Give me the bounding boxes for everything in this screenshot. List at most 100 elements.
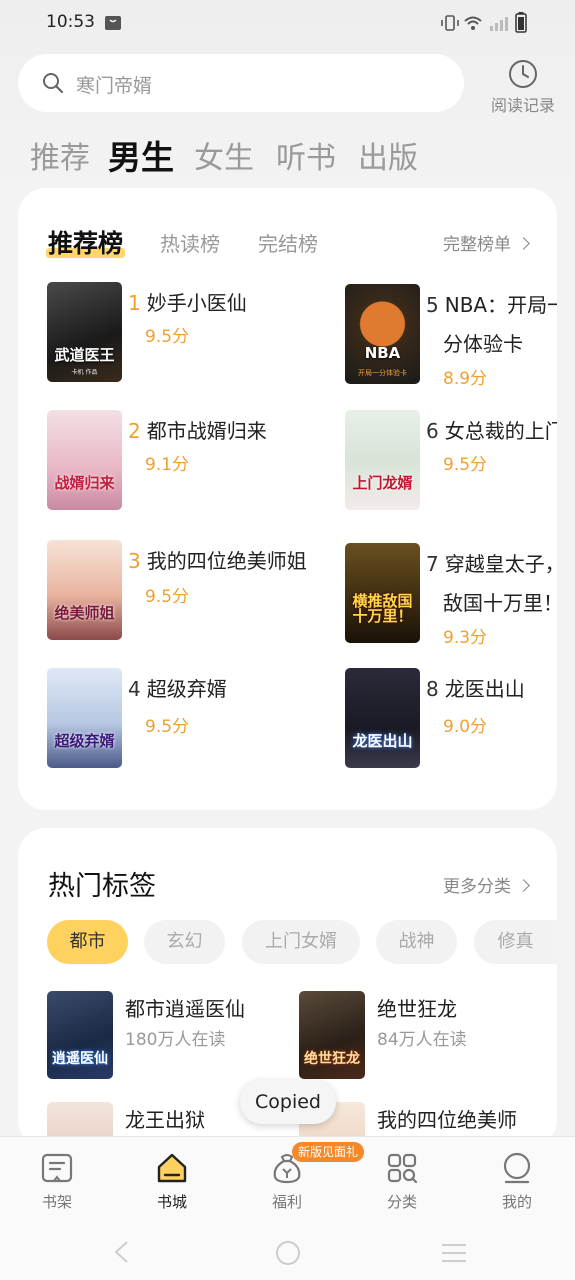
nav-bookshelf[interactable]: 书架 <box>17 1151 97 1212</box>
cover-title: 战婿归来 <box>54 474 115 493</box>
book-title: 妙手小医仙 <box>146 291 247 315</box>
recent-apps-icon[interactable] <box>440 1243 468 1263</box>
full-ranking-link[interactable]: 完整榜单 <box>443 230 530 255</box>
book-cover: NBA 开局一分体验卡 <box>345 284 420 384</box>
hot-book-1[interactable]: 逍遥医仙 都市逍遥医仙 180万人在读 <box>47 991 287 1079</box>
hot-book-2[interactable]: 绝世狂龙 绝世狂龙 84万人在读 <box>299 991 539 1079</box>
cover-title: 绝世狂龙 <box>304 1051 360 1068</box>
home-circle-icon[interactable] <box>275 1240 301 1266</box>
rank-number: 8 <box>426 677 439 701</box>
cover-title: NBA <box>364 344 401 363</box>
book-title: 都市逍遥医仙 <box>125 997 245 1021</box>
nav-profile[interactable]: 我的 <box>477 1151 557 1212</box>
tab-audiobook[interactable]: 听书 <box>276 133 336 177</box>
clock-icon <box>509 60 537 88</box>
book-readers: 84万人在读 <box>377 1030 467 1050</box>
rank-number: 1 <box>128 291 141 315</box>
ranking-book-4[interactable]: 超级弃婿 4 超级弃婿 9.5分 <box>47 668 307 770</box>
book-title-row: 8 龙医出山 <box>426 673 525 702</box>
book-title-row: 6 女总裁的上门 <box>426 415 557 444</box>
book-cover: 绝世狂龙 <box>299 991 365 1079</box>
copied-toast: Copied <box>240 1080 336 1124</box>
rank-number: 6 <box>426 419 439 443</box>
book-title: 穿越皇太子， <box>444 552 557 576</box>
tab-hot-ranking[interactable]: 热读榜 <box>160 228 220 257</box>
book-title: 都市战婿归来 <box>146 419 267 443</box>
nav-label: 福利 <box>271 1193 302 1211</box>
book-title: 绝世狂龙 <box>377 997 457 1021</box>
search-placeholder: 寒门帝婿 <box>76 75 153 97</box>
book-title-row: 3 我的四位绝美师姐 <box>128 545 307 574</box>
chevron-right-icon <box>517 237 530 250</box>
book-title: NBA：开局一 <box>444 293 557 317</box>
book-title: 我的四位绝美师姐 <box>146 549 307 573</box>
ranking-card: 推荐榜 热读榜 完结榜 完整榜单 武道医王 卡机 作品 1 妙手小医仙 9.5分 战… <box>18 188 557 810</box>
nav-label: 分类 <box>386 1193 417 1211</box>
profile-icon <box>503 1152 531 1184</box>
book-title-line2: 分体验卡 <box>443 332 523 356</box>
tab-completed-ranking[interactable]: 完结榜 <box>258 228 318 257</box>
book-score: 9.5分 <box>145 587 190 607</box>
reading-history-label: 阅读记录 <box>490 96 555 115</box>
book-cover: 龙医出山 <box>345 668 420 768</box>
tag-chip-xuanhuan[interactable]: 玄幻 <box>144 920 225 964</box>
rank-number: 2 <box>128 419 141 443</box>
rank-number: 3 <box>128 549 141 573</box>
cover-title: 龙医出山 <box>352 732 413 751</box>
vibrate-icon <box>441 15 459 31</box>
tag-chip-xiuzhen[interactable]: 修真 <box>474 920 557 964</box>
cellular-signal-icon <box>490 17 508 31</box>
status-time: 10:53 <box>46 12 95 32</box>
new-user-gift-badge: 新版见面礼 <box>292 1142 365 1162</box>
book-score: 9.5分 <box>145 327 190 347</box>
book-title: 龙王出狱 <box>125 1108 205 1132</box>
book-title-row: 4 超级弃婿 <box>128 673 227 702</box>
book-cover: 超级弃婿 <box>47 668 122 768</box>
tag-chip-zhanshen[interactable]: 战神 <box>376 920 457 964</box>
tag-chip-shangmen[interactable]: 上门女婿 <box>242 920 360 964</box>
ranking-book-6[interactable]: 上门龙婿 6 女总裁的上门 9.5分 <box>345 410 557 512</box>
ranking-book-2[interactable]: 战婿归来 2 都市战婿归来 9.1分 <box>47 410 307 512</box>
book-score: 9.5分 <box>145 717 190 737</box>
cover-title: 横推敌国十万里！ <box>352 591 413 626</box>
book-readers: 180万人在读 <box>125 1030 226 1050</box>
full-ranking-label: 完整榜单 <box>443 235 511 255</box>
ranking-book-1[interactable]: 武道医王 卡机 作品 1 妙手小医仙 9.5分 <box>47 282 307 384</box>
ranking-book-7[interactable]: 横推敌国十万里！ 7 穿越皇太子， 敌国十万里！ 9.3分 <box>345 543 557 651</box>
tab-recommend[interactable]: 推荐 <box>30 133 90 177</box>
ranking-book-8[interactable]: 龙医出山 8 龙医出山 9.0分 <box>345 668 557 770</box>
book-score: 9.0分 <box>443 717 488 737</box>
book-title-row: 2 都市战婿归来 <box>128 415 267 444</box>
book-cover: 绝美师姐 <box>47 540 122 640</box>
book-title-row: 7 穿越皇太子， <box>426 548 557 577</box>
search-bar[interactable]: 寒门帝婿 <box>18 54 464 112</box>
book-title: 超级弃婿 <box>146 677 227 701</box>
nav-bookstore[interactable]: 书城 <box>132 1151 212 1212</box>
tab-male[interactable]: 男生 <box>108 131 174 179</box>
tab-female[interactable]: 女生 <box>194 133 254 177</box>
tab-recommend-ranking[interactable]: 推荐榜 <box>46 224 126 260</box>
battery-icon <box>515 12 527 33</box>
book-title: 我的四位绝美师 <box>377 1108 517 1132</box>
ranking-book-5[interactable]: NBA 开局一分体验卡 5 NBA：开局一 分体验卡 8.9分 <box>345 284 557 386</box>
notification-bag-icon <box>105 16 121 30</box>
nav-label: 书架 <box>41 1193 72 1211</box>
more-categories-label: 更多分类 <box>443 877 511 897</box>
rank-number: 7 <box>426 552 439 576</box>
rank-number: 5 <box>426 293 439 317</box>
nav-category[interactable]: 分类 <box>362 1151 442 1212</box>
status-bar: 10:53 <box>0 0 575 46</box>
book-score: 9.5分 <box>443 455 488 475</box>
category-grid-icon <box>387 1153 418 1184</box>
search-icon <box>43 73 64 94</box>
tag-chip-dushi[interactable]: 都市 <box>47 920 128 964</box>
book-score: 9.3分 <box>443 628 488 648</box>
back-icon[interactable] <box>112 1240 132 1264</box>
ranking-book-3[interactable]: 绝美师姐 3 我的四位绝美师姐 9.5分 <box>47 540 327 642</box>
wifi-icon <box>464 16 482 30</box>
more-categories-link[interactable]: 更多分类 <box>443 872 530 897</box>
reading-history-button[interactable]: 阅读记录 <box>484 58 562 116</box>
cover-subtitle: 卡机 作品 <box>71 369 98 376</box>
cover-subtitle: 开局一分体验卡 <box>358 369 407 377</box>
tab-published[interactable]: 出版 <box>358 133 418 177</box>
